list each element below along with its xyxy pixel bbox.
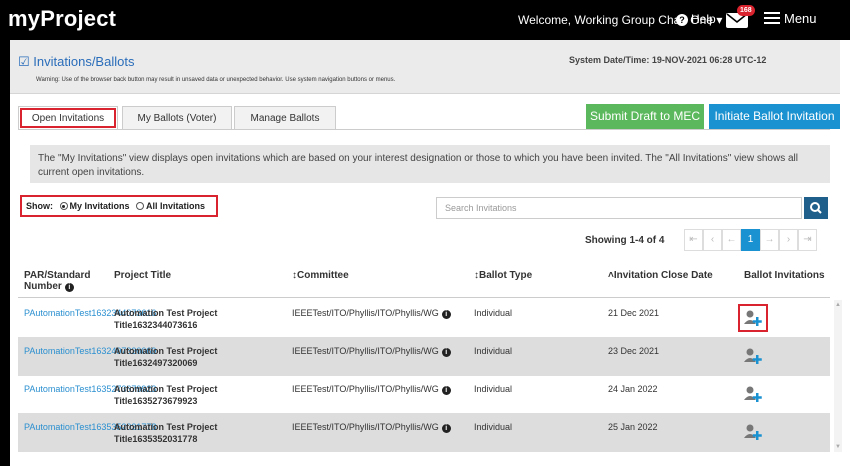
col-ballot-invitations: Ballot Invitations <box>744 270 825 281</box>
ballot-type: Individual <box>474 346 513 356</box>
hamburger-icon <box>764 12 780 24</box>
par-link[interactable]: PAutomationTest1632344073616 <box>24 307 156 319</box>
add-user-icon[interactable] <box>738 304 768 332</box>
par-link[interactable]: PAutomationTest1635352031778 <box>24 421 156 433</box>
option-all-invitations[interactable]: All Invitations <box>146 201 205 211</box>
menu-label: Menu <box>784 11 817 26</box>
next-page-button[interactable]: › <box>779 229 798 251</box>
forward-button[interactable]: → <box>760 229 779 251</box>
show-filter: Show: My Invitations All Invitations <box>20 195 218 217</box>
question-icon: ? <box>676 14 688 26</box>
col-par[interactable]: PAR/Standard Number i <box>24 270 94 292</box>
help-link[interactable]: ? Help <box>676 12 716 26</box>
info-icon[interactable]: i <box>64 283 74 292</box>
close-date: 21 Dec 2021 <box>608 308 660 318</box>
table-row: PAutomationTest1635273679923 Automation … <box>18 376 830 414</box>
back-button[interactable]: ← <box>722 229 741 251</box>
prev-page-button[interactable]: ‹ <box>703 229 722 251</box>
caret-down-icon: ▾ <box>716 13 723 27</box>
tab-open-invitations[interactable]: Open Invitations <box>18 106 118 130</box>
committee-cell: IEEETest/ITO/Phyllis/ITO/Phyllis/WG i <box>292 307 451 319</box>
table-row: PAutomationTest1632344073616 Automation … <box>18 300 830 338</box>
project-title: Automation Test Project Title16324973200… <box>114 346 218 368</box>
committee-cell: IEEETest/ITO/Phyllis/ITO/Phyllis/WG i <box>292 421 451 433</box>
col-ballot-type[interactable]: ↕Ballot Type <box>474 270 532 281</box>
checkbox-icon: ☑ <box>18 54 30 69</box>
showing-count: Showing 1-4 of 4 <box>585 235 665 246</box>
page-number[interactable]: 1 <box>741 229 760 251</box>
first-page-button[interactable]: ⇤ <box>684 229 703 251</box>
search-input[interactable]: Search Invitations <box>436 197 802 219</box>
table-scrollbar[interactable]: ▲ ▼ <box>834 300 842 452</box>
page-title-text: Invitations/Ballots <box>33 54 135 69</box>
left-edge <box>0 40 10 466</box>
committee-cell: IEEETest/ITO/Phyllis/ITO/Phyllis/WG i <box>292 345 451 357</box>
par-link[interactable]: PAutomationTest1632497320069 <box>24 345 156 357</box>
col-project-title: Project Title <box>114 270 172 281</box>
radio-my-invitations[interactable] <box>59 202 68 210</box>
page-title: ☑ Invitations/Ballots <box>18 54 134 70</box>
col-par-label: PAR/Standard Number <box>24 270 91 292</box>
info-icon[interactable]: i <box>441 348 451 357</box>
col-close-date[interactable]: ˄Invitation Close Date <box>608 270 713 281</box>
info-icon[interactable]: i <box>441 386 451 395</box>
scroll-down-icon[interactable]: ▼ <box>835 444 841 450</box>
option-my-invitations[interactable]: My Invitations <box>70 201 130 211</box>
project-title: Automation Test Project Title16353520317… <box>114 422 218 444</box>
par-link[interactable]: PAutomationTest1635273679923 <box>24 383 156 395</box>
search-button[interactable] <box>804 197 828 219</box>
tab-manage-ballots[interactable]: Manage Ballots <box>234 106 336 130</box>
scroll-up-icon[interactable]: ▲ <box>835 302 841 308</box>
system-time: System Date/Time: 19-NOV-2021 06:28 UTC-… <box>569 55 767 65</box>
committee-name: IEEETest/ITO/Phyllis/ITO/Phyllis/WG <box>292 346 439 356</box>
menu-button[interactable]: Menu <box>764 11 817 26</box>
search-icon <box>810 202 822 214</box>
notification-badge: 168 <box>737 5 755 16</box>
close-date: 24 Jan 2022 <box>608 384 658 394</box>
project-title: Automation Test Project Title16323440736… <box>114 308 218 330</box>
page-header: ☑ Invitations/Ballots Warning: Use of th… <box>10 40 840 94</box>
top-navbar: myProject Welcome, Working Group Chair O… <box>0 0 850 40</box>
ballot-type: Individual <box>474 308 513 318</box>
committee-cell: IEEETest/ITO/Phyllis/ITO/Phyllis/WG i <box>292 383 451 395</box>
add-user-icon[interactable] <box>742 346 764 366</box>
info-icon[interactable]: i <box>441 310 451 319</box>
info-icon[interactable]: i <box>441 424 451 433</box>
close-date: 23 Dec 2021 <box>608 346 660 356</box>
committee-name: IEEETest/ITO/Phyllis/ITO/Phyllis/WG <box>292 308 439 318</box>
app-logo[interactable]: myProject <box>8 6 116 32</box>
info-panel: The "My Invitations" view displays open … <box>30 145 830 183</box>
initiate-ballot-button[interactable]: Initiate Ballot Invitation <box>709 104 840 129</box>
show-label: Show: <box>26 201 53 211</box>
radio-all-invitations[interactable] <box>136 202 145 210</box>
close-date: 25 Jan 2022 <box>608 422 658 432</box>
last-page-button[interactable]: ⇥ <box>798 229 817 251</box>
committee-name: IEEETest/ITO/Phyllis/ITO/Phyllis/WG <box>292 384 439 394</box>
add-user-icon[interactable] <box>742 422 764 442</box>
table-header: PAR/Standard Number i Project Title ↕Comm… <box>18 262 830 298</box>
tab-divider <box>18 129 830 130</box>
help-label: Help <box>691 12 716 26</box>
ballot-type: Individual <box>474 384 513 394</box>
warning-text: Warning: Use of the browser back button … <box>36 77 396 83</box>
tab-my-ballots[interactable]: My Ballots (Voter) <box>122 106 232 130</box>
table-row: PAutomationTest1635352031778 Automation … <box>18 414 830 452</box>
add-user-icon[interactable] <box>742 384 764 404</box>
ballot-type: Individual <box>474 422 513 432</box>
submit-draft-button[interactable]: Submit Draft to MEC <box>586 104 704 129</box>
committee-name: IEEETest/ITO/Phyllis/ITO/Phyllis/WG <box>292 422 439 432</box>
table-row: PAutomationTest1632497320069 Automation … <box>18 338 830 376</box>
col-committee[interactable]: ↕Committee <box>292 270 349 281</box>
project-title: Automation Test Project Title16352736799… <box>114 384 218 406</box>
